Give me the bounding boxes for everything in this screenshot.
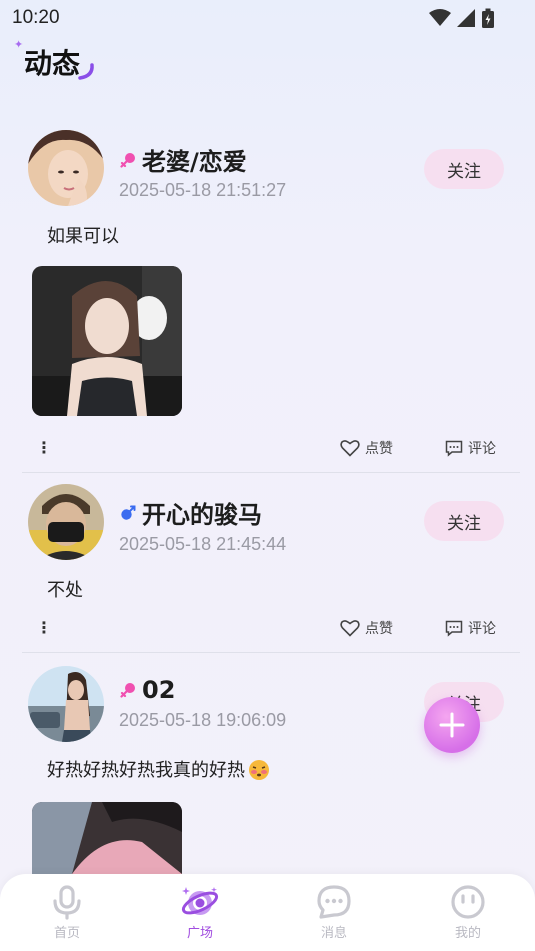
post-actions: ⋮ 点赞 评论 [22, 618, 520, 642]
planet-icon [181, 887, 219, 915]
add-post-button[interactable] [424, 697, 480, 753]
more-options-icon[interactable]: ⋮ [36, 438, 52, 457]
battery-icon [482, 8, 494, 28]
bottom-tab-bar: 首页 广场 消息 我的 [0, 874, 535, 951]
username[interactable]: 02 [142, 676, 175, 704]
post-text-row: 好热好热好热我真的好热 [47, 756, 271, 782]
username-row: 开心的骏马 [120, 495, 262, 530]
post-photo[interactable] [32, 266, 182, 416]
comment-icon [445, 440, 463, 457]
post-divider [22, 652, 520, 653]
comment-icon [445, 620, 463, 637]
comment-label: 评论 [468, 441, 496, 457]
more-options-icon[interactable]: ⋮ [36, 618, 52, 637]
heart-icon [340, 440, 360, 457]
plus-icon [439, 712, 465, 738]
tab-square[interactable]: 广场 [160, 884, 240, 941]
username-row: 02 [120, 676, 175, 704]
wifi-icon [429, 9, 451, 26]
comment-label: 评论 [468, 621, 496, 637]
like-label: 点赞 [365, 621, 393, 637]
status-icons [429, 8, 495, 28]
follow-button[interactable]: 关注 [424, 149, 504, 189]
title-swoosh-decoration [78, 63, 94, 80]
tab-label: 首页 [53, 926, 80, 941]
post-text: 好热好热好热我真的好热 [47, 760, 245, 781]
like-button[interactable]: 点赞 [340, 438, 393, 458]
tab-home[interactable]: 首页 [27, 884, 107, 941]
post-card: 02 2025-05-18 19:06:09 关注 好热好热好热我真的好热 [22, 662, 520, 874]
username[interactable]: 开心的骏马 [142, 495, 262, 530]
post-card: 老婆/恋爱 2025-05-18 21:51:27 关注 如果可以 ⋮ 点赞 评… [22, 128, 520, 468]
follow-button[interactable]: 关注 [424, 501, 504, 541]
post-text: 不处 [47, 580, 83, 601]
avatar[interactable] [28, 130, 104, 206]
comment-button[interactable]: 评论 [445, 438, 496, 458]
post-divider [22, 472, 520, 473]
heart-icon [340, 620, 360, 637]
female-icon [120, 152, 135, 168]
post-time: 2025-05-18 19:06:09 [119, 710, 287, 730]
post-photo[interactable] [32, 802, 182, 874]
male-icon [121, 505, 136, 520]
page-title: 动态 [24, 47, 81, 80]
like-label: 点赞 [365, 441, 393, 457]
flushed-face-emoji-icon [249, 760, 269, 780]
tab-messages[interactable]: 消息 [294, 884, 374, 941]
microphone-icon [53, 885, 81, 920]
like-button[interactable]: 点赞 [340, 618, 393, 638]
comment-button[interactable]: 评论 [445, 618, 496, 638]
chat-bubble-icon [317, 885, 351, 919]
signal-icon [457, 9, 475, 27]
tab-label: 我的 [454, 926, 481, 941]
avatar[interactable] [28, 484, 104, 560]
tab-label: 广场 [186, 926, 213, 941]
sparkle-icon: ✦ [14, 38, 24, 51]
avatar[interactable] [28, 666, 104, 742]
status-time: 10:20 [12, 7, 60, 28]
post-text: 如果可以 [47, 226, 119, 247]
status-bar: 10:20 [0, 0, 535, 36]
post-time: 2025-05-18 21:45:44 [119, 534, 287, 554]
post-card: 开心的骏马 2025-05-18 21:45:44 关注 不处 ⋮ 点赞 评论 [22, 482, 520, 652]
username[interactable]: 老婆/恋爱 [142, 142, 247, 177]
username-row: 老婆/恋爱 [120, 142, 247, 177]
smiley-icon [451, 885, 485, 919]
tab-label: 消息 [320, 926, 347, 941]
post-actions: ⋮ 点赞 评论 [22, 438, 520, 462]
tab-profile[interactable]: 我的 [428, 884, 508, 941]
post-time: 2025-05-18 21:51:27 [119, 180, 287, 200]
female-icon [120, 683, 135, 698]
